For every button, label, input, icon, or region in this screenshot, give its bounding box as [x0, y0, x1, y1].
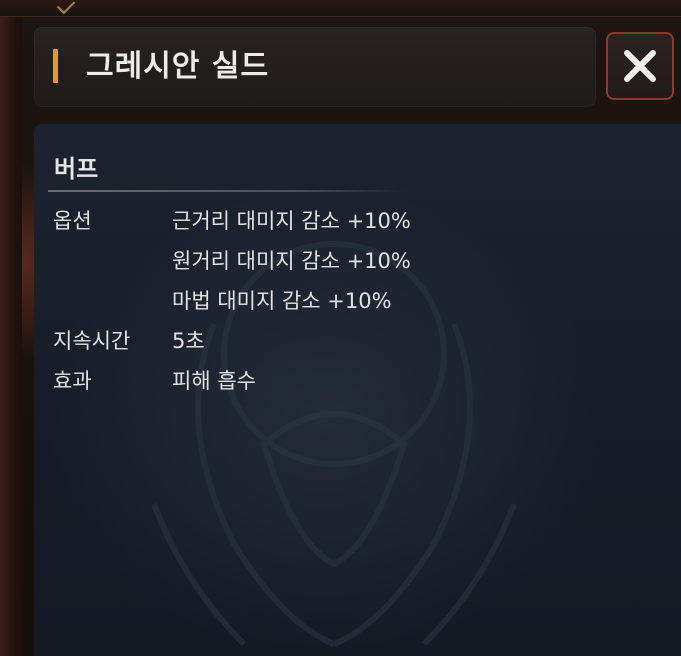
effect-value: 피해 흡수 [172, 369, 256, 393]
option-value-melee: 근거리 대미지 감소 +10% [172, 209, 411, 233]
duration-value: 5초 [172, 329, 205, 353]
window-frame-top [0, 0, 681, 17]
effect-label: 효과 [53, 369, 92, 393]
window-frame-left [0, 0, 22, 656]
section-title-buff: 버프 [54, 155, 99, 183]
close-icon [624, 50, 656, 82]
option-value-ranged: 원거리 대미지 감소 +10% [172, 249, 411, 273]
buff-details-panel: 버프 옵션 근거리 대미지 감소 +10% 원거리 대미지 감소 +10% 마법… [34, 124, 681, 656]
window-title: 그레시안 실드 [86, 49, 270, 84]
title-bar: 그레시안 실드 [34, 27, 596, 107]
option-label: 옵션 [53, 209, 92, 233]
title-accent-bar [53, 49, 58, 83]
option-value-magic: 마법 대미지 감소 +10% [172, 289, 392, 313]
buff-tooltip-window: 그레시안 실드 버프 옵션 근거리 대미지 감소 +10% 원거리 대미지 감소… [0, 0, 681, 656]
close-button[interactable] [606, 32, 674, 100]
duration-label: 지속시간 [53, 329, 131, 353]
ornament-icon [56, 0, 76, 15]
background-emblem [151, 241, 517, 647]
section-divider [48, 190, 408, 192]
